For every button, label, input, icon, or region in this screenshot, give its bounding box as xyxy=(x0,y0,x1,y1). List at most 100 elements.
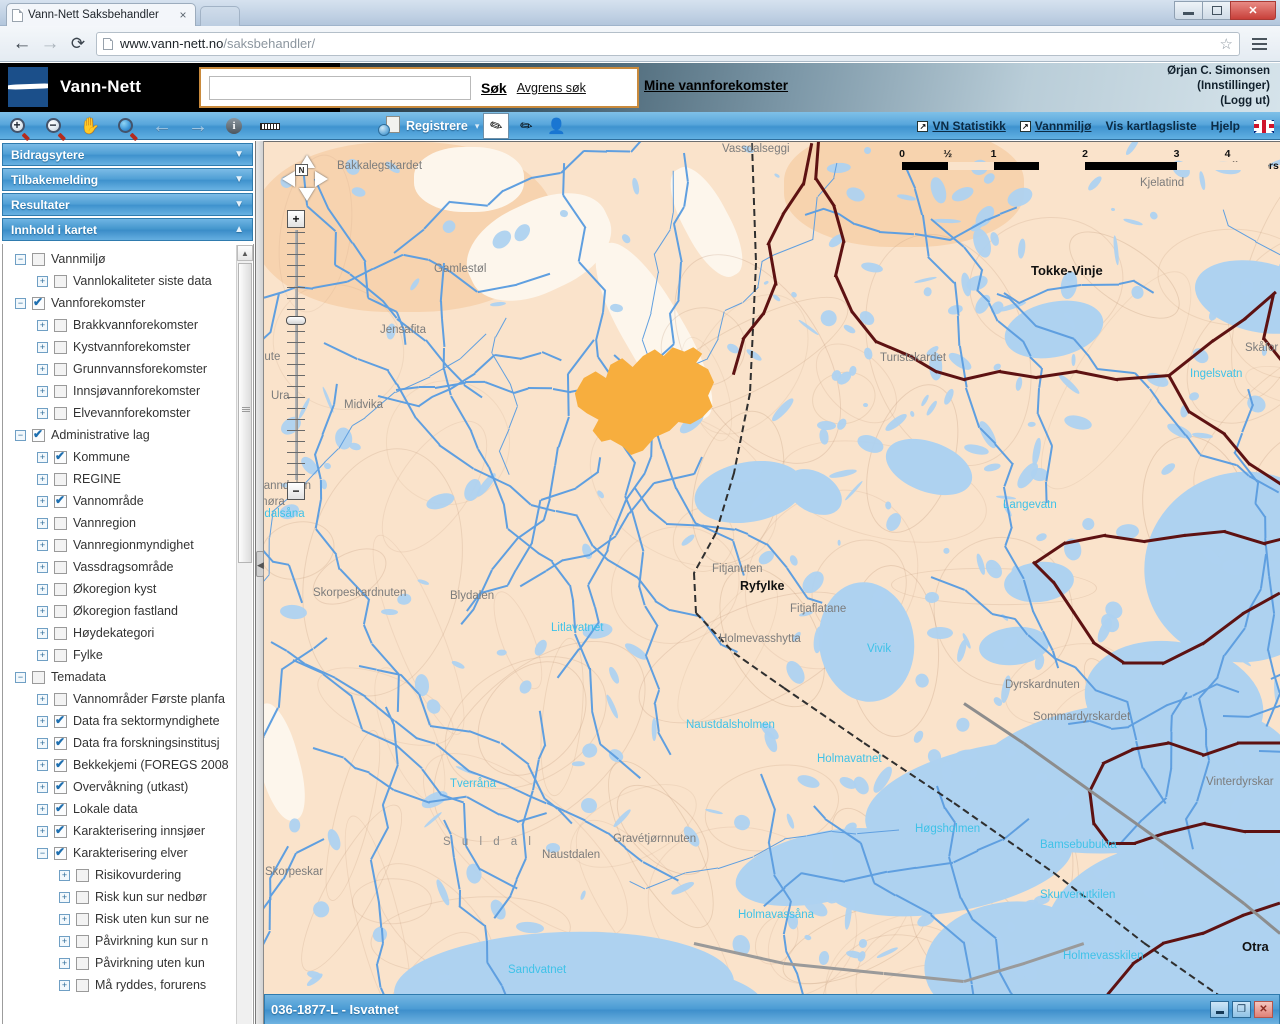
slider-zoom-out-button[interactable]: − xyxy=(287,482,305,500)
tree-node[interactable]: + Risk uten kun sur ne xyxy=(59,908,237,930)
browser-forward-icon[interactable]: → xyxy=(36,30,64,58)
tree-node[interactable]: + Høydekategori xyxy=(37,622,237,644)
layer-checkbox[interactable] xyxy=(54,560,67,574)
accordion-panel-1[interactable]: Tilbakemelding ▼ xyxy=(2,168,253,191)
tree-node[interactable]: − Vannmiljø xyxy=(15,248,237,270)
expand-icon[interactable]: + xyxy=(59,957,70,969)
collapse-icon[interactable]: − xyxy=(15,253,26,265)
vannmiljo-link[interactable]: ↗ Vannmiljø xyxy=(1019,119,1092,133)
expand-icon[interactable]: + xyxy=(37,627,48,639)
search-input[interactable] xyxy=(209,75,471,100)
browser-menu-icon[interactable] xyxy=(1246,37,1272,50)
chevron-up-icon[interactable]: ▲ xyxy=(234,224,244,235)
tree-node[interactable]: + Karakterisering innsjøer xyxy=(37,820,237,842)
tree-node[interactable]: − Vannforekomster xyxy=(15,292,237,314)
identify-info-icon[interactable]: i xyxy=(216,112,252,140)
expand-icon[interactable]: + xyxy=(37,517,48,529)
tree-node[interactable]: + Økoregion kyst xyxy=(37,578,237,600)
layer-checkbox[interactable] xyxy=(54,648,67,662)
window-minimize-button[interactable] xyxy=(1174,1,1203,20)
layer-checkbox[interactable] xyxy=(54,449,67,464)
layer-checkbox[interactable] xyxy=(32,427,45,442)
expand-icon[interactable]: + xyxy=(37,605,48,617)
measure-icon[interactable] xyxy=(252,112,288,140)
tree-node[interactable]: + Overvåkning (utkast) xyxy=(37,776,237,798)
expand-icon[interactable]: + xyxy=(37,803,48,815)
pan-south-icon[interactable] xyxy=(299,188,315,201)
tree-node[interactable]: + Vannområde xyxy=(37,490,237,512)
expand-icon[interactable]: + xyxy=(37,561,48,573)
pan-west-icon[interactable] xyxy=(282,171,295,187)
expand-icon[interactable]: + xyxy=(37,473,48,485)
tree-node[interactable]: + Risikovurdering xyxy=(59,864,237,886)
tree-node[interactable]: + Påvirkning uten kun xyxy=(59,952,237,974)
tree-node[interactable]: − Administrative lag xyxy=(15,424,237,446)
expand-icon[interactable]: + xyxy=(37,407,48,419)
browser-reload-icon[interactable]: ⟳ xyxy=(64,30,92,58)
layer-checkbox[interactable] xyxy=(54,735,67,750)
vertical-scroll-thumb[interactable] xyxy=(238,263,252,563)
layer-checkbox[interactable] xyxy=(54,406,67,420)
tree-node[interactable]: + Vannlokaliteter siste data xyxy=(37,270,237,292)
expand-icon[interactable]: + xyxy=(59,869,70,881)
layer-checkbox[interactable] xyxy=(76,934,89,948)
zoom-out-icon[interactable]: − xyxy=(36,112,72,141)
zoom-full-extent-icon[interactable] xyxy=(108,112,144,141)
browser-back-icon[interactable]: ← xyxy=(8,30,36,58)
status-minimize-button[interactable] xyxy=(1210,1001,1229,1018)
tree-node[interactable]: + Bekkekjemi (FOREGS 2008 xyxy=(37,754,237,776)
layer-checkbox[interactable] xyxy=(54,779,67,794)
slider-zoom-in-button[interactable]: + xyxy=(287,210,305,228)
zoom-slider-thumb[interactable] xyxy=(286,316,306,325)
new-tab-button[interactable] xyxy=(200,6,240,26)
layer-checkbox[interactable] xyxy=(76,978,89,992)
status-close-button[interactable]: ✕ xyxy=(1254,1001,1273,1018)
expand-icon[interactable]: + xyxy=(37,275,48,287)
expand-icon[interactable]: + xyxy=(37,341,48,353)
collapse-icon[interactable]: − xyxy=(37,847,48,859)
tree-node[interactable]: + Vassdragsområde xyxy=(37,556,237,578)
expand-icon[interactable]: + xyxy=(37,649,48,661)
tree-node[interactable]: + Data fra forskningsinstitusj xyxy=(37,732,237,754)
advanced-search-link[interactable]: Avgrens søk xyxy=(517,81,586,95)
tree-node[interactable]: + Kommune xyxy=(37,446,237,468)
tree-node[interactable]: + Vannregionmyndighet xyxy=(37,534,237,556)
layer-checkbox[interactable] xyxy=(54,823,67,838)
draw-tool-icon[interactable]: ✏ xyxy=(513,113,539,139)
vn-statistikk-link[interactable]: ↗ VN Statistikk xyxy=(917,119,1006,133)
chevron-down-icon[interactable]: ▾ xyxy=(475,121,480,132)
pan-hand-icon[interactable]: ✋ xyxy=(72,112,108,140)
layer-checkbox[interactable] xyxy=(76,912,89,926)
pan-control[interactable]: N xyxy=(282,155,328,201)
collapse-icon[interactable]: − xyxy=(15,671,26,683)
layer-checkbox[interactable] xyxy=(54,538,67,552)
tree-node[interactable]: + REGINE xyxy=(37,468,237,490)
expand-icon[interactable]: + xyxy=(59,891,70,903)
user-logout-link[interactable]: (Logg ut) xyxy=(1167,94,1270,109)
expand-icon[interactable]: + xyxy=(37,781,48,793)
layer-checkbox[interactable] xyxy=(54,472,67,486)
my-waterbodies-link[interactable]: Mine vannforekomster xyxy=(644,78,788,93)
expand-icon[interactable]: + xyxy=(59,935,70,947)
vannmiljo-label[interactable]: Vannmiljø xyxy=(1035,119,1092,133)
window-close-button[interactable]: ✕ xyxy=(1230,1,1276,20)
expand-icon[interactable]: + xyxy=(37,737,48,749)
select-tool-icon[interactable]: ✎ xyxy=(483,113,510,139)
expand-icon[interactable]: + xyxy=(37,495,48,507)
map-canvas[interactable]: Bakkalegskardet Vassdalseggi Kjelatind Tokk… xyxy=(264,141,1280,1024)
layer-checkbox[interactable] xyxy=(54,362,67,376)
layer-checkbox[interactable] xyxy=(54,801,67,816)
tree-node[interactable]: + Økoregion fastland xyxy=(37,600,237,622)
expand-icon[interactable]: + xyxy=(37,825,48,837)
layer-checkbox[interactable] xyxy=(54,604,67,618)
expand-icon[interactable]: + xyxy=(37,693,48,705)
window-maximize-button[interactable] xyxy=(1202,1,1231,20)
chevron-down-icon[interactable]: ▼ xyxy=(234,199,244,210)
splitter-collapse-handle[interactable]: ◀ xyxy=(256,551,264,577)
expand-icon[interactable]: + xyxy=(59,913,70,925)
tree-node[interactable]: − Temadata xyxy=(15,666,237,688)
accordion-panel-3[interactable]: Innhold i kartet ▲ xyxy=(2,218,253,241)
status-restore-button[interactable]: ❐ xyxy=(1232,1001,1251,1018)
layer-checkbox[interactable] xyxy=(32,252,45,266)
next-extent-icon[interactable]: → xyxy=(180,112,216,140)
